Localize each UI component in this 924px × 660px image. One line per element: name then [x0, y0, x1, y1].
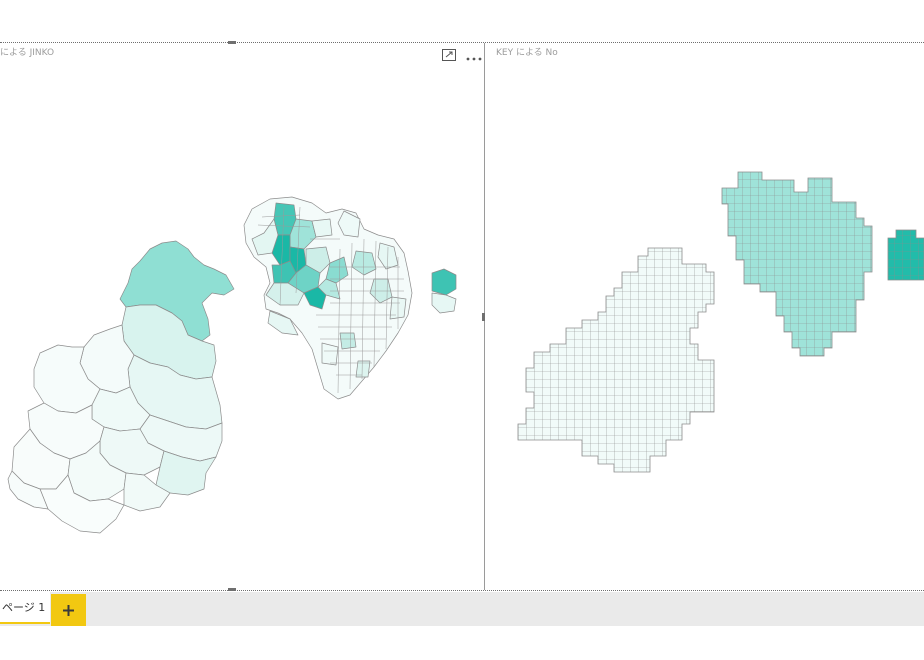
grid-map-visual[interactable]: KEY による No — [486, 43, 924, 589]
grid-region-north — [721, 171, 873, 357]
grid-region-island — [887, 229, 924, 281]
plus-icon — [63, 601, 74, 620]
map-region — [321, 342, 339, 366]
grid-region-south — [517, 247, 715, 473]
filled-map-canvas — [7, 196, 457, 534]
grid-map-canvas — [517, 171, 924, 473]
map-region — [431, 292, 457, 314]
add-page-button[interactable] — [51, 594, 86, 626]
map-region — [355, 360, 371, 378]
resize-handle-top[interactable] — [228, 41, 236, 44]
map-region — [311, 218, 333, 238]
resize-handle-side[interactable] — [482, 313, 485, 321]
page-tab-bar: ページ 1 — [0, 592, 924, 626]
map-region — [431, 268, 457, 296]
filled-map-visual[interactable]: による JINKO — [0, 43, 484, 589]
map-region — [339, 332, 357, 350]
canvas-bottom-border — [0, 590, 924, 591]
page-tab-1[interactable]: ページ 1 — [0, 592, 50, 624]
page-tab-label: ページ 1 — [2, 601, 46, 614]
